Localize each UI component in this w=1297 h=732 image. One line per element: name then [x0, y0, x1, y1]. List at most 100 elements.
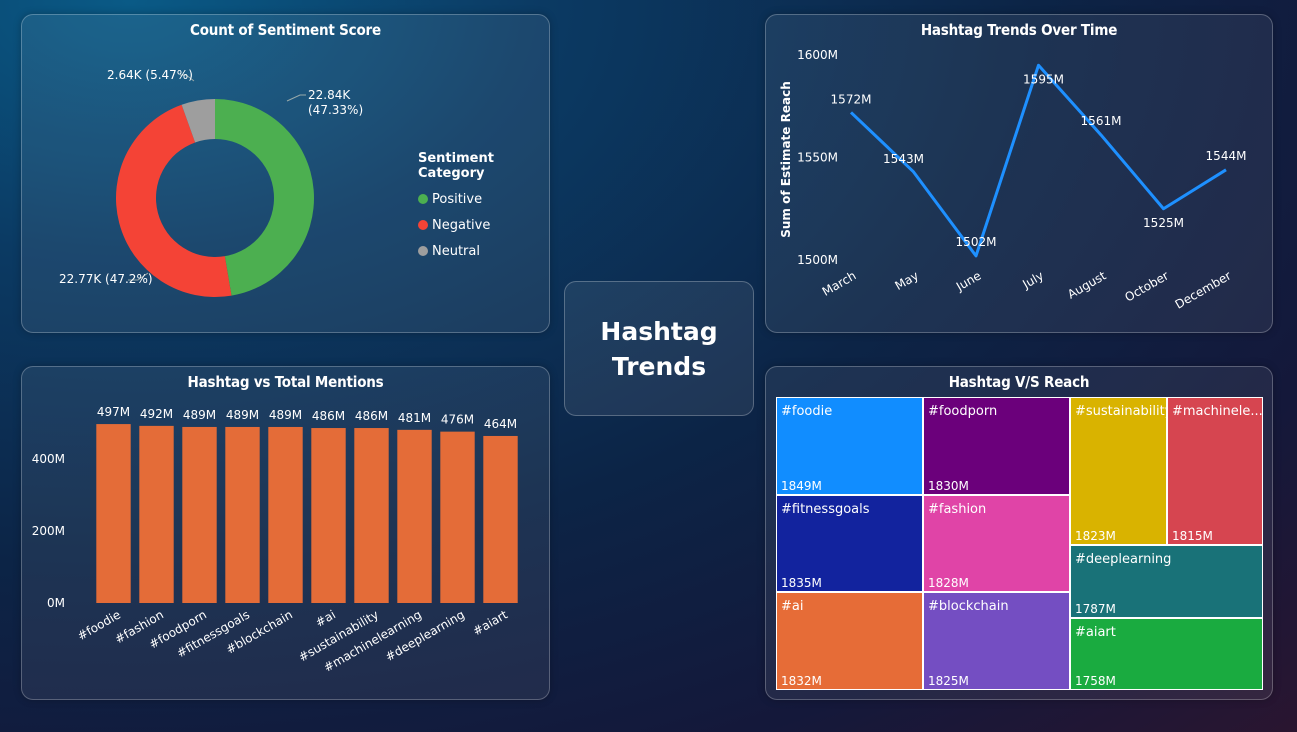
- mentions-x-tick: #ai: [313, 607, 338, 629]
- trend-line-chart[interactable]: Sum of Estimate Reach 1500M 1550M 1600M 1572…: [766, 15, 1272, 332]
- trend-panel: Hashtag Trends Over Time Sum of Estimate…: [765, 14, 1273, 333]
- treemap-tile-label: #foodporn: [928, 404, 998, 419]
- mentions-bar[interactable]: [139, 425, 174, 603]
- treemap-tile-value: 1835M: [781, 576, 822, 590]
- treemap-tile[interactable]: #sustainability 1823M: [1070, 397, 1167, 545]
- legend-dot-positive: [418, 194, 428, 204]
- trend-x-tick: June: [953, 268, 984, 294]
- mentions-bar[interactable]: [354, 428, 389, 603]
- treemap-tile[interactable]: #fashion 1828M: [923, 495, 1070, 592]
- trend-y-tick: 1550M: [797, 151, 838, 165]
- mentions-data-label: 486M: [312, 409, 345, 423]
- treemap-tile-value: 1787M: [1075, 602, 1116, 616]
- treemap-tile-value: 1832M: [781, 674, 822, 688]
- treemap-tile-label: #machinele...: [1172, 404, 1263, 419]
- legend-dot-negative: [418, 220, 428, 230]
- donut-slice-positive[interactable]: [215, 99, 314, 296]
- trend-x-tick: October: [1122, 268, 1171, 304]
- treemap-tile[interactable]: #ai 1832M: [776, 592, 923, 690]
- treemap-tile-label: #foodie: [781, 404, 833, 419]
- treemap-tile-value: 1758M: [1075, 674, 1116, 688]
- treemap-tile[interactable]: #fitnessgoals 1835M: [776, 495, 923, 592]
- legend-item-negative[interactable]: Negative: [418, 212, 549, 238]
- legend-title: Sentiment Category: [418, 151, 494, 181]
- mentions-data-label: 497M: [97, 405, 130, 419]
- treemap-tile-value: 1825M: [928, 674, 969, 688]
- mentions-data-label: 464M: [484, 417, 517, 431]
- treemap-tile-label: #ai: [781, 599, 804, 614]
- mentions-data-label: 486M: [355, 409, 388, 423]
- treemap-tile-value: 1828M: [928, 576, 969, 590]
- leader-line-positive: [286, 94, 306, 102]
- treemap-tile[interactable]: #deeplearning 1787M: [1070, 545, 1263, 618]
- treemap-tile-label: #deeplearning: [1075, 552, 1172, 567]
- treemap-tile[interactable]: #machinele... 1815M: [1167, 397, 1263, 545]
- mentions-bar[interactable]: [96, 424, 131, 603]
- reach-treemap[interactable]: #foodie 1849M #fitnessgoals 1835M #ai 1832M #f…: [776, 397, 1263, 690]
- trend-data-label: 1572M: [831, 92, 872, 106]
- treemap-tile[interactable]: #foodporn 1830M: [923, 397, 1070, 495]
- mentions-bar[interactable]: [311, 428, 346, 603]
- mentions-bar[interactable]: [440, 431, 475, 603]
- legend-label-negative: Negative: [432, 217, 491, 233]
- trend-x-tick: July: [1019, 268, 1046, 291]
- legend-label-neutral: Neutral: [432, 243, 480, 259]
- treemap-tile[interactable]: #aiart 1758M: [1070, 618, 1263, 690]
- treemap-tile-label: #blockchain: [928, 599, 1009, 614]
- mentions-data-label: 489M: [269, 408, 302, 422]
- mentions-data-label: 476M: [441, 413, 474, 427]
- trend-y-axis-title: Sum of Estimate Reach: [779, 81, 793, 238]
- mentions-y-tick: 200M: [32, 524, 65, 538]
- trend-data-label: 1561M: [1081, 114, 1122, 128]
- mentions-bar[interactable]: [225, 426, 260, 603]
- mentions-y-tick: 0M: [47, 596, 65, 610]
- trend-x-tick: March: [820, 268, 859, 298]
- mentions-data-label: 492M: [140, 407, 173, 421]
- trend-y-tick: 1600M: [797, 48, 838, 62]
- treemap-tile-value: 1849M: [781, 479, 822, 493]
- mentions-bar-chart[interactable]: 0M200M400M497M#foodie492M#fashion489M#fo…: [22, 367, 549, 699]
- donut-label-neutral: 2.64K (5.47%): [107, 68, 193, 82]
- trend-data-label: 1502M: [956, 235, 997, 249]
- treemap-tile[interactable]: #foodie 1849M: [776, 397, 923, 495]
- dashboard-title: Hashtag Trends: [600, 316, 718, 381]
- mentions-y-tick: 400M: [32, 452, 65, 466]
- mentions-bar[interactable]: [483, 435, 518, 603]
- legend-item-neutral[interactable]: Neutral: [418, 238, 549, 264]
- sentiment-panel: Count of Sentiment Score 22.84K (47.33%) 2…: [21, 14, 550, 333]
- dashboard-title-card: Hashtag Trends: [564, 281, 754, 416]
- treemap-tile-label: #fitnessgoals: [781, 502, 870, 517]
- donut-label-positive-pct: (47.33%): [308, 103, 363, 117]
- treemap-tile-value: 1830M: [928, 479, 969, 493]
- reach-panel: Hashtag V/S Reach #foodie 1849M #fitnessgo…: [765, 366, 1273, 700]
- trend-data-label: 1544M: [1206, 149, 1247, 163]
- treemap-tile-label: #aiart: [1075, 625, 1116, 640]
- trend-x-tick: May: [893, 268, 921, 293]
- treemap-tile-label: #sustainability: [1075, 404, 1167, 419]
- mentions-x-tick: #aiart: [470, 607, 510, 638]
- trend-x-tick: August: [1065, 268, 1109, 301]
- trend-data-label: 1595M: [1023, 72, 1064, 86]
- trend-x-tick: December: [1173, 268, 1234, 311]
- donut-label-positive: 22.84K: [308, 88, 351, 102]
- legend-item-positive[interactable]: Positive: [418, 186, 549, 212]
- mentions-data-label: 481M: [398, 411, 431, 425]
- legend-dot-neutral: [418, 246, 428, 256]
- donut-label-negative: 22.77K (47.2%): [59, 272, 153, 286]
- treemap-tile[interactable]: #blockchain 1825M: [923, 592, 1070, 690]
- treemap-tile-label: #fashion: [928, 502, 987, 517]
- reach-chart-title: Hashtag V/S Reach: [948, 373, 1090, 391]
- mentions-bar[interactable]: [397, 429, 432, 603]
- treemap-tile-value: 1823M: [1075, 529, 1116, 543]
- legend-label-positive: Positive: [432, 191, 483, 207]
- mentions-bar[interactable]: [268, 426, 303, 603]
- mentions-data-label: 489M: [183, 408, 216, 422]
- mentions-bar[interactable]: [182, 426, 217, 603]
- sentiment-legend: Sentiment Category Positive Negative Neu…: [418, 151, 549, 264]
- trend-y-tick: 1500M: [797, 253, 838, 267]
- trend-data-label: 1525M: [1143, 216, 1184, 230]
- treemap-tile-value: 1815M: [1172, 529, 1213, 543]
- mentions-data-label: 489M: [226, 408, 259, 422]
- trend-data-label: 1543M: [883, 152, 924, 166]
- mentions-panel: Hashtag vs Total Mentions 0M 200M 400M 497M…: [21, 366, 550, 700]
